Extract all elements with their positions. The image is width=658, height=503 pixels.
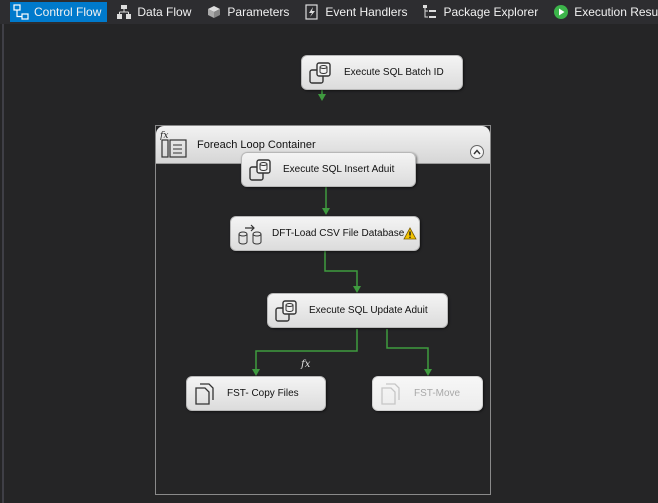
file-system-task-icon <box>381 383 400 405</box>
tab-execution-results[interactable]: Execution Results <box>550 2 658 22</box>
task-label: Execute SQL Update Aduit <box>309 305 428 316</box>
collapse-button[interactable] <box>470 145 484 159</box>
tab-control-flow[interactable]: Control Flow <box>10 2 108 22</box>
task-dft-load-csv[interactable]: DFT-Load CSV File Database <box>230 216 420 251</box>
task-label: Execute SQL Batch ID <box>344 67 444 78</box>
file-system-task-icon <box>195 383 214 405</box>
tab-label: Execution Results <box>574 5 658 19</box>
canvas-divider <box>2 24 4 503</box>
data-flow-task-icon <box>238 224 262 245</box>
container-title: Foreach Loop Container <box>197 139 316 151</box>
tab-data-flow[interactable]: Data Flow <box>113 2 197 22</box>
tab-package-explorer[interactable]: Package Explorer <box>419 2 544 22</box>
event-handlers-icon <box>305 4 319 20</box>
tab-label: Event Handlers <box>325 5 408 19</box>
parameters-icon <box>208 6 221 18</box>
execution-results-icon <box>554 5 569 19</box>
task-label: FST-Move <box>414 388 461 399</box>
tab-event-handlers[interactable]: Event Handlers <box>301 2 413 22</box>
task-execute-sql-batch-id[interactable]: Execute SQL Batch ID <box>301 55 463 90</box>
task-fst-copy-files[interactable]: FST- Copy Files <box>186 376 326 411</box>
foreach-loop-icon: fx <box>160 131 187 158</box>
control-flow-canvas[interactable]: fx Foreach Loop Container fx Execute SQL… <box>0 24 658 503</box>
execute-sql-icon <box>249 159 271 181</box>
execute-sql-icon <box>309 62 331 84</box>
task-fst-move[interactable]: FST-Move <box>372 376 483 411</box>
chevron-up-icon <box>473 149 481 155</box>
task-execute-sql-insert-audit[interactable]: Execute SQL Insert Aduit <box>241 152 416 187</box>
task-label: Execute SQL Insert Aduit <box>283 164 395 175</box>
tab-label: Control Flow <box>34 5 102 19</box>
data-flow-icon <box>117 5 132 19</box>
designer-tab-bar: Control Flow Data Flow Parameters Event … <box>0 0 658 24</box>
tab-label: Package Explorer <box>443 5 539 19</box>
task-label: FST- Copy Files <box>227 388 299 399</box>
tab-label: Data Flow <box>137 5 192 19</box>
warning-icon <box>403 227 417 240</box>
control-flow-icon <box>13 4 29 20</box>
execute-sql-icon <box>275 300 297 322</box>
tab-label: Parameters <box>227 5 290 19</box>
task-execute-sql-update-audit[interactable]: Execute SQL Update Aduit <box>267 293 448 328</box>
tab-parameters[interactable]: Parameters <box>203 2 295 22</box>
package-explorer-icon <box>423 5 437 18</box>
task-label: DFT-Load CSV File Database <box>272 228 405 239</box>
